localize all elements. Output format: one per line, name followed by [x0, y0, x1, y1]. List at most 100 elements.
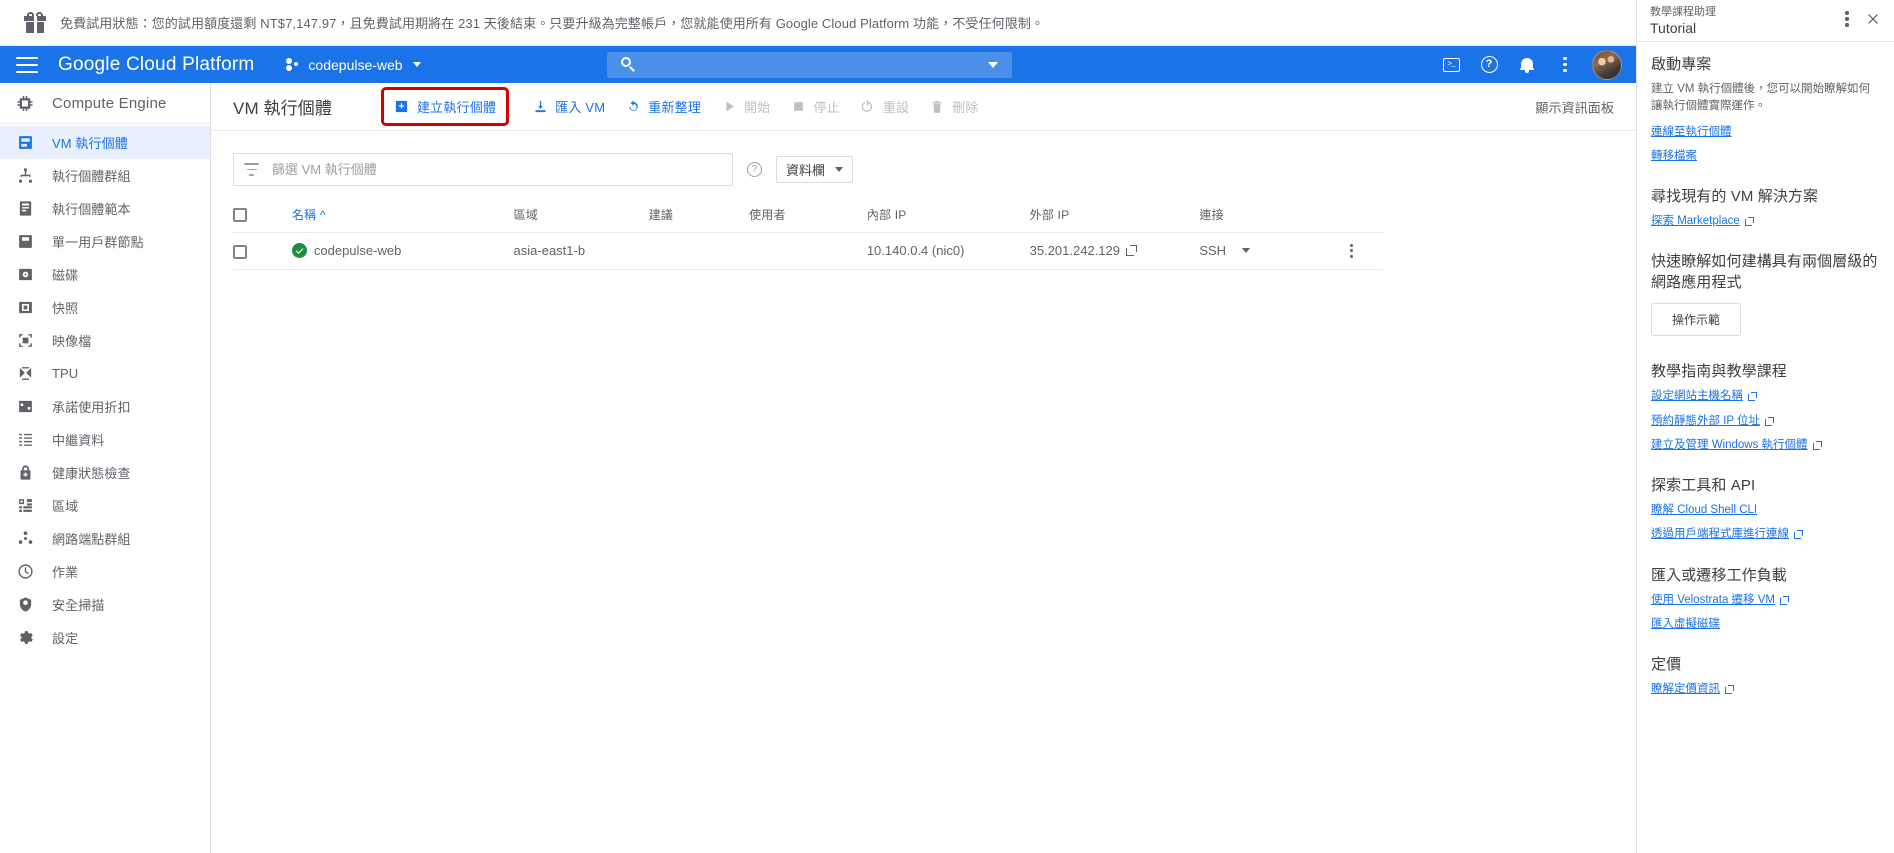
external-link-icon: [1794, 530, 1803, 540]
sidebar-item-label: 執行個體範本: [52, 202, 131, 217]
row-actions-cell: [1320, 232, 1383, 270]
tutorial-demo-button[interactable]: 操作示範: [1651, 303, 1742, 337]
free-trial-text: 免費試用狀態：您的試用額度還剩 NT$7,147.97，且免費試用期將在 231…: [60, 16, 1045, 31]
cloud-shell-icon[interactable]: >_: [1434, 48, 1468, 82]
app-root: 免費試用狀態：您的試用額度還剩 NT$7,147.97，且免費試用期將在 231…: [0, 0, 1894, 853]
column-header-internal-ip[interactable]: 內部 IP: [866, 200, 1030, 233]
show-info-panel-link[interactable]: 顯示資訊面板: [1535, 97, 1614, 116]
sidebar-item-tpu[interactable]: TPU: [0, 357, 210, 390]
start-button[interactable]: 開始: [711, 90, 780, 123]
sidebar: Compute Engine VM 執行個體 執行個體群組 執行個體範本 單一用…: [0, 83, 211, 853]
tutorial-link[interactable]: 透過用戶端程式庫進行連線: [1651, 526, 1880, 543]
sidebar-item-operations[interactable]: 作業: [0, 555, 210, 588]
cpu-chip-icon: [16, 94, 34, 112]
column-header-external-ip[interactable]: 外部 IP: [1029, 200, 1200, 233]
sidebar-item-network-endpoint-groups[interactable]: 網路端點群組: [0, 522, 210, 555]
sidebar-item-health-checks[interactable]: 健康狀態檢查: [0, 456, 210, 489]
tutorial-link[interactable]: 設定網站主機名稱: [1651, 388, 1880, 405]
tutorial-link[interactable]: 瞭解定價資訊: [1651, 681, 1880, 698]
refresh-button[interactable]: 重新整理: [615, 90, 711, 123]
sidebar-item-instance-templates[interactable]: 執行個體範本: [0, 192, 210, 225]
import-vm-button[interactable]: 匯入 VM: [522, 90, 615, 123]
column-header-connect[interactable]: 連接: [1199, 200, 1321, 233]
tutorial-link[interactable]: 探索 Marketplace: [1651, 213, 1880, 230]
tutorial-link-label: 瞭解 Cloud Shell CLI: [1651, 504, 1758, 516]
row-checkbox[interactable]: [233, 244, 247, 259]
instance-name-link[interactable]: codepulse-web: [314, 243, 401, 258]
trash-icon: [929, 99, 945, 115]
operations-clock-icon: [16, 563, 34, 581]
delete-button[interactable]: 刪除: [919, 90, 988, 123]
tutorial-title: Tutorial: [1650, 19, 1697, 36]
tutorial-more-vert-icon[interactable]: [1834, 6, 1860, 32]
project-picker[interactable]: codepulse-web: [280, 53, 426, 77]
sidebar-item-sole-tenant-nodes[interactable]: 單一用戶群節點: [0, 225, 210, 258]
hamburger-icon[interactable]: [16, 56, 38, 73]
instances-table-area: ? 資料欄 名稱: [211, 131, 1636, 270]
tutorial-link[interactable]: 使用 Velostrata 遷移 VM: [1651, 592, 1880, 609]
reset-button[interactable]: 重設: [850, 90, 919, 123]
column-header-recommendation[interactable]: 建議: [648, 200, 750, 233]
tutorial-link-label: 轉移檔案: [1651, 149, 1697, 162]
sidebar-item-vm-instances[interactable]: VM 執行個體: [0, 126, 210, 159]
bell-icon[interactable]: [1510, 48, 1544, 82]
search-dropdown-chevron-icon[interactable]: [987, 61, 998, 68]
filter-help-circle-icon[interactable]: ?: [747, 162, 762, 177]
sidebar-item-disks[interactable]: 磁碟: [0, 258, 210, 291]
sidebar-item-committed-use-discounts[interactable]: 承諾使用折扣: [0, 390, 210, 423]
tutorial-link[interactable]: 建立及管理 Windows 執行個體: [1651, 437, 1880, 454]
select-all-checkbox[interactable]: [233, 207, 247, 222]
search-input[interactable]: [606, 51, 1012, 78]
sidebar-item-snapshots[interactable]: 快照: [0, 291, 210, 324]
tutorial-section-heading: 啟動專案: [1651, 56, 1712, 73]
disk-icon: [16, 266, 34, 284]
tutorial-link[interactable]: 瞭解 Cloud Shell CLI: [1651, 502, 1880, 519]
sidebar-item-settings[interactable]: 設定: [0, 621, 210, 654]
columns-button[interactable]: 資料欄: [776, 156, 854, 183]
tutorial-link[interactable]: 連線至執行個體: [1651, 124, 1880, 141]
tutorial-link[interactable]: 預約靜態外部 IP 位址: [1651, 413, 1880, 430]
gift-icon: [24, 11, 46, 34]
filter-row: ? 資料欄: [233, 153, 1383, 186]
tutorial-section-heading: 快速瞭解如何建構具有兩個層級的網路應用程式: [1651, 253, 1878, 292]
main-content: VM 執行個體 建立執行個體 匯入 VM 重新整理 開始 停止 重設 刪除 顯示…: [211, 83, 1636, 853]
external-link-icon[interactable]: [1126, 245, 1137, 257]
reset-icon: [860, 99, 876, 115]
avatar[interactable]: [1592, 49, 1622, 80]
create-instance-button[interactable]: 建立執行個體: [384, 90, 506, 123]
tutorial-panel: 教學課程助理 Tutorial 啟動專案 建立 VM 執行個體後，您可以開始瞭解…: [1636, 0, 1894, 853]
filter-input[interactable]: [270, 161, 722, 178]
tutorial-section-heading: 定價: [1651, 656, 1682, 673]
tutorial-link[interactable]: 轉移檔案: [1651, 148, 1880, 165]
tutorial-close-icon[interactable]: [1860, 6, 1886, 32]
row-more-vert-icon[interactable]: [1321, 243, 1383, 258]
filter-box[interactable]: [233, 153, 733, 186]
sidebar-item-images[interactable]: 映像檔: [0, 324, 210, 357]
table-row[interactable]: codepulse-web asia-east1-b 10.140.0.4 (n…: [233, 232, 1383, 270]
tutorial-link[interactable]: 匯入虛擬磁碟: [1651, 616, 1880, 633]
status-ok-icon: [291, 243, 307, 259]
ssh-button[interactable]: SSH: [1199, 243, 1226, 258]
column-header-name[interactable]: 名稱 ^: [291, 200, 514, 233]
tutorial-section-paragraph: 建立 VM 執行個體後，您可以開始瞭解如何讓執行個體實際運作。: [1651, 83, 1871, 113]
zones-icon: [16, 497, 34, 515]
help-icon[interactable]: ?: [1472, 48, 1506, 82]
topbar-icon-group: >_ ?: [1434, 46, 1636, 83]
import-vm-icon: [532, 99, 548, 115]
column-header-zone[interactable]: 區域: [513, 200, 649, 233]
sidebar-item-zones[interactable]: 區域: [0, 489, 210, 522]
column-header-in-use-by[interactable]: 使用者: [749, 200, 867, 233]
sidebar-item-security-scans[interactable]: 安全掃描: [0, 588, 210, 621]
more-vert-icon[interactable]: [1548, 48, 1582, 82]
sidebar-item-instance-groups[interactable]: 執行個體群組: [0, 159, 210, 192]
tutorial-section-heading: 探索工具和 API: [1651, 477, 1756, 494]
sidebar-item-metadata[interactable]: 中繼資料: [0, 423, 210, 456]
search-container: [606, 51, 1012, 78]
sidebar-item-label: 單一用戶群節點: [52, 235, 144, 250]
ssh-chevron-down-icon[interactable]: [1242, 248, 1251, 254]
sidebar-item-label: 執行個體群組: [52, 169, 131, 184]
stop-button[interactable]: 停止: [780, 90, 849, 123]
sidebar-item-label: VM 執行個體: [52, 136, 128, 151]
columns-label: 資料欄: [786, 163, 826, 178]
external-link-icon: [1748, 392, 1757, 402]
